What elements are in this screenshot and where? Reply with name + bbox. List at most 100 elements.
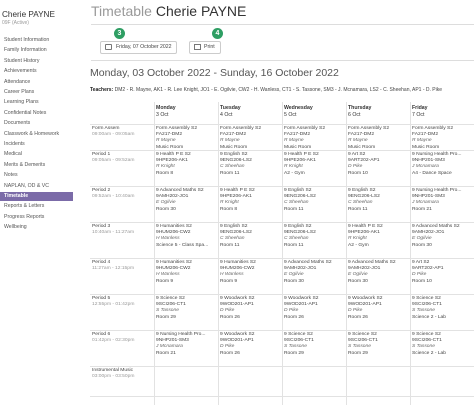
sidebar-item-attendance[interactable]: Attendance [0,78,73,87]
class-cell[interactable]: Form Assembly S2 FA217-DM2 R Mayne Music Ro… [218,124,282,150]
class-cell[interactable]: 9 Woodwork S2 9WOD201-AP1 D Pike Room 26 [282,294,346,330]
class-cell[interactable]: 9 English S2 9ENG206-LS2 C Sheehan Room 11 [282,222,346,258]
annotation-badge-4: 4 [212,28,223,39]
sidebar-item-documents[interactable]: Documents [0,119,73,128]
sidebar-item-achievements[interactable]: Achievements [0,67,73,76]
sidebar-item-confidential-notes[interactable]: Confidential Notes [0,109,73,118]
class-cell[interactable]: 9 Science S2 9SCI206-CT1 S Tassone Science … [410,294,474,330]
sidebar-item-learning-plans[interactable]: Learning Plans [0,98,73,107]
sidebar-item-student-information[interactable]: Student Information [0,36,73,45]
day-header: Wednesday 5 Oct [282,102,346,124]
period-time: 09:00am - 09:05am [92,132,135,138]
main-content: Timetable Cherie PAYNE 3 4 Friday, 07 Oc… [88,0,474,405]
print-button-label: Print [204,44,215,50]
class-cell[interactable]: 9 Nursing Health Pro... 9NHP201-SM3 J Mcna… [154,330,218,366]
class-room: Room 8 [220,206,238,212]
day-header: Friday 7 Oct [410,102,474,124]
sidebar-item-timetable[interactable]: Timetable [0,192,73,201]
class-cell[interactable]: Form Assembly S2 FA217-DM2 R Mayne Music Ro… [346,124,410,150]
class-room: A2 - Gym [284,170,305,176]
class-room: Room 29 [348,350,368,356]
day-name: Wednesday [284,105,313,111]
class-cell[interactable]: Form Assembly S2 FA217-DM2 R Mayne Music Ro… [410,124,474,150]
class-room: Room 11 [348,206,368,212]
class-cell[interactable]: 9 Humanities S2 9HUM206-CW2 H Wanless Room … [154,258,218,294]
class-cell[interactable]: 9 Health P E S2 9HPE206-AK1 R Knight A2 - G… [282,150,346,186]
date-picker-label: Friday, 07 October 2022 [116,44,172,50]
sidebar-item-progress-reports[interactable]: Progress Reports [0,213,73,222]
class-cell[interactable]: 9 Health P E S2 9HPE206-AK1 R Knight Room 8 [218,186,282,222]
class-cell[interactable]: Form Assembly S2 FA217-DM2 R Mayne Music Ro… [282,124,346,150]
sidebar-item-family-information[interactable]: Family Information [0,46,73,55]
sidebar-item-medical[interactable]: Medical [0,150,73,159]
class-cell[interactable]: 9 Advanced Maths S2 9AMH202-JO1 E Ogilvie R… [282,258,346,294]
sidebar-item-naplan-od-vc[interactable]: NAPLAN, OD & VC [0,182,73,191]
sidebar-item-reports-letters[interactable]: Reports & Letters [0,202,73,211]
period-label: Period 5 12:55pm - 01:42pm [90,294,154,330]
class-cell[interactable]: 9 English S2 9ENG206-LS2 C Sheehan Room 11 [346,186,410,222]
student-status: 09F (Active) [2,20,29,26]
class-cell[interactable]: 9 Science S2 9SCI206-CT1 S Tassone Science … [410,330,474,366]
class-room: Room 26 [284,314,304,320]
grid-line [346,102,347,405]
class-cell[interactable]: 9 Health P E S2 9HPE206-AK1 R Knight Room 8 [154,150,218,186]
class-room: A2 - Gym [348,242,369,248]
teachers-legend: Teachers: DM2 - R. Mayne, AK1 - R. Lee K… [90,87,442,93]
class-room: Room 11 [220,242,240,248]
divider [91,24,474,25]
day-date: 3 Oct [156,112,169,118]
class-cell[interactable]: 9 Advanced Maths S2 9AMH202-JO1 E Ogilvie R… [346,258,410,294]
period-label: Instrumental Music 03:00pm - 03:50pm [90,366,154,396]
class-cell[interactable]: 9 Woodwork S2 9WOD201-AP1 D Pike Room 26 [346,294,410,330]
annotation-badge-3: 3 [114,28,125,39]
class-cell[interactable] [346,366,410,396]
sidebar-item-incidents[interactable]: Incidents [0,140,73,149]
class-cell[interactable]: 9 Humanities S2 9HUM206-CW2 H Wanless Scien… [154,222,218,258]
class-cell[interactable]: 9 English S2 9ENG206-LS2 C Sheehan Room 11 [218,222,282,258]
class-cell[interactable]: 9 Nursing Health Pro... 9NHP201-SM3 J Mcna… [410,150,474,186]
sidebar-item-merits-demerits[interactable]: Merits & Demerits [0,161,73,170]
class-room: Room 29 [156,314,176,320]
class-cell[interactable]: Form Assembly S2 FA217-DM2 R Mayne Music Ro… [154,124,218,150]
class-cell[interactable]: 9 Science S2 9SCI206-CT1 S Tassone Room 29 [346,330,410,366]
class-room: Science 2 - Lab [412,314,446,320]
class-cell[interactable]: 9 Nursing Health Pro... 9NHP201-SM3 J Mcna… [410,186,474,222]
class-cell[interactable]: 9 Advanced Maths S2 9AMH202-JO1 E Ogilvie R… [154,186,218,222]
class-cell[interactable] [282,366,346,396]
class-cell[interactable] [218,366,282,396]
class-cell[interactable]: 9 Health P E S2 9HPE206-AK1 R Knight A2 - G… [346,222,410,258]
day-date: 7 Oct [412,112,425,118]
class-cell[interactable] [410,366,474,396]
class-cell[interactable] [154,366,218,396]
class-cell[interactable]: 9 Humanities S2 9HUM206-CW2 H Wanless Room … [218,258,282,294]
sidebar-item-career-plans[interactable]: Career Plans [0,88,73,97]
day-header: Tuesday 4 Oct [218,102,282,124]
class-cell[interactable]: 9 Science S2 9SCI206-CT1 S Tassone Room 29 [154,294,218,330]
class-room: Room 30 [412,242,432,248]
class-cell[interactable]: 9 Science S2 9SCI206-CT1 S Tassone Room 29 [282,330,346,366]
teachers-label: Teachers: [90,87,114,93]
class-cell[interactable]: 9 Art S2 9ART202-AP1 D Pike Room 10 [346,150,410,186]
sidebar-item-student-history[interactable]: Student History [0,57,73,66]
class-room: Science 5 - Class Spa... [156,242,209,248]
grid-line [410,102,411,405]
class-room: Room 10 [348,170,368,176]
class-cell[interactable]: 9 Art S2 9ART202-AP1 D Pike Room 10 [410,258,474,294]
sidebar-item-classwork-homework[interactable]: Classwork & Homework [0,130,73,139]
class-cell[interactable]: 9 Advanced Maths S2 9AMH202-JO1 E Ogilvie R… [410,222,474,258]
page-title-student: Cherie PAYNE [155,3,247,19]
class-cell[interactable]: 9 English S2 9ENG206-LS2 C Sheehan Room 11 [218,150,282,186]
day-date: 4 Oct [220,112,233,118]
day-name: Tuesday [220,105,241,111]
class-cell[interactable]: 9 English S2 9ENG206-LS2 C Sheehan Room 11 [282,186,346,222]
period-time: 10:40am - 11:27am [92,230,135,236]
class-cell[interactable]: 9 Woodwork S2 9WOD201-AP1 D Pike Room 26 [218,294,282,330]
class-room: Room 9 [156,278,174,284]
timetable-grid: Monday 3 Oct Tuesday 4 Oct Wednesday 5 Oct Thu… [90,102,474,405]
class-cell[interactable]: 9 Woodwork S2 9WOD201-AP1 D Pike Room 26 [218,330,282,366]
date-picker-button[interactable]: Friday, 07 October 2022 [100,41,177,54]
print-button[interactable]: Print [189,41,221,54]
day-date: 6 Oct [348,112,361,118]
sidebar-item-wellbeing[interactable]: Wellbeing [0,223,73,232]
sidebar-item-notes[interactable]: Notes [0,171,73,180]
